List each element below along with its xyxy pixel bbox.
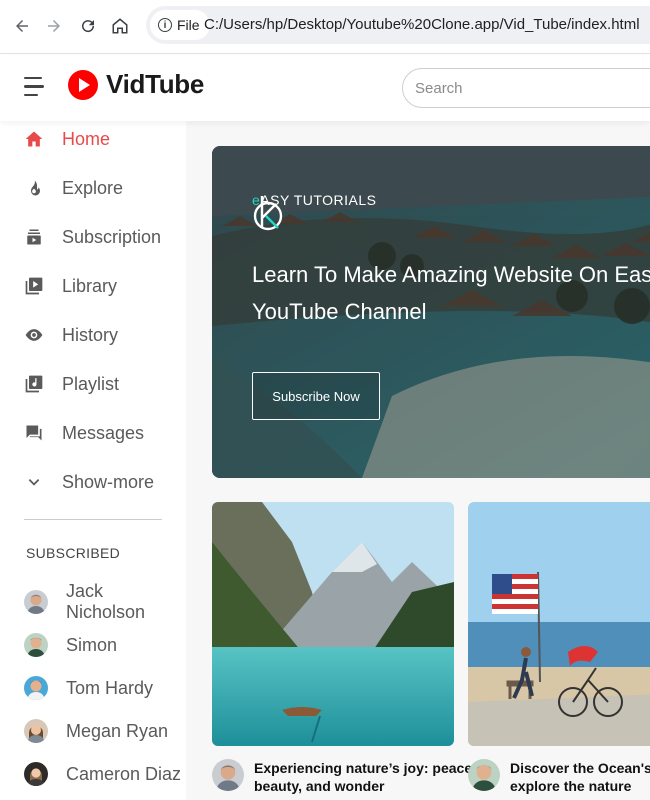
sidebar-divider xyxy=(24,519,162,520)
logo-text: VidTube xyxy=(106,69,205,99)
messages-icon xyxy=(24,423,44,443)
video-title-line: explore the nature xyxy=(510,778,632,794)
logo[interactable]: VidTube xyxy=(68,69,204,100)
subscription-channel[interactable]: Megan Ryan xyxy=(24,714,168,748)
sidebar-item-label: Library xyxy=(62,275,118,296)
library-icon xyxy=(24,276,44,296)
subscribe-now-button[interactable]: Subscribe Now xyxy=(252,372,380,420)
site-info-label: File xyxy=(177,17,200,33)
app-header: VidTube xyxy=(0,55,650,121)
video-card[interactable]: Discover the Ocean's Se explore the natu… xyxy=(468,502,650,794)
subscribed-heading: SUBSCRIBED xyxy=(26,545,121,561)
sidebar-item-history[interactable]: History xyxy=(24,317,174,353)
forward-button[interactable] xyxy=(42,14,66,38)
easy-tutorials-logo: eASY TUTORIALS xyxy=(252,192,377,231)
sidebar-item-library[interactable]: Library xyxy=(24,268,174,304)
sidebar-item-label: Messages xyxy=(62,422,145,443)
play-logo-icon xyxy=(68,69,98,100)
channel-avatar[interactable] xyxy=(212,759,244,791)
lake-mountain-thumbnail-image xyxy=(212,502,454,746)
flame-icon xyxy=(24,178,44,198)
sidebar-item-home[interactable]: Home xyxy=(24,121,174,157)
subscription-icon xyxy=(24,227,44,247)
reload-icon xyxy=(82,20,95,33)
url-text[interactable]: C:/Users/hp/Desktop/Youtube%20Clone.app/… xyxy=(204,16,640,33)
subscription-channel[interactable]: Simon xyxy=(24,628,117,662)
channel-name: Simon xyxy=(66,634,118,655)
house-icon xyxy=(112,18,128,34)
channel-name: Tom Hardy xyxy=(66,677,154,698)
video-title-line: Experiencing nature’s joy: peace, xyxy=(254,760,477,776)
video-card[interactable]: Experiencing nature’s joy: peace, beauty… xyxy=(212,502,476,794)
sidebar-item-messages[interactable]: Messages xyxy=(24,415,174,451)
arrow-right-icon xyxy=(48,20,60,32)
beach-flag-thumbnail-image xyxy=(468,502,650,746)
subscription-channel[interactable]: Cameron Diaz xyxy=(24,757,181,791)
avatar xyxy=(24,633,48,657)
video-info: Experiencing nature’s joy: peace, beauty… xyxy=(212,759,477,795)
avatar xyxy=(24,719,48,743)
banner-title: Learn To Make Amazing Website On Easy Yo… xyxy=(252,262,650,324)
hero-banner: eASY TUTORIALS Learn To Make Amazing Web… xyxy=(212,146,650,478)
history-icon xyxy=(24,325,44,345)
video-title[interactable]: Discover the Ocean's Se explore the natu… xyxy=(510,759,650,795)
channel-avatar[interactable] xyxy=(468,759,500,791)
sidebar-item-label: Subscription xyxy=(62,226,162,247)
avatar xyxy=(24,676,48,700)
browser-toolbar: i File C:/Users/hp/Desktop/Youtube%20Clo… xyxy=(0,0,650,54)
sidebar-item-label: Explore xyxy=(62,177,124,198)
video-title-line: beauty, and wonder xyxy=(254,778,385,794)
home-icon xyxy=(24,129,44,149)
video-title-line: Discover the Ocean's Se xyxy=(510,760,650,776)
back-button[interactable] xyxy=(10,14,34,38)
video-thumbnail[interactable] xyxy=(212,502,454,746)
sidebar-item-label: Show-more xyxy=(62,471,155,492)
avatar xyxy=(24,590,48,614)
sidebar-item-playlist[interactable]: Playlist xyxy=(24,366,174,402)
video-info: Discover the Ocean's Se explore the natu… xyxy=(468,759,650,795)
hamburger-menu-icon[interactable] xyxy=(24,77,46,97)
address-bar[interactable]: i File C:/Users/hp/Desktop/Youtube%20Clo… xyxy=(146,6,650,44)
arrow-left-icon xyxy=(16,20,28,32)
sidebar-item-label: Playlist xyxy=(62,373,120,394)
playlist-icon xyxy=(24,374,44,394)
sidebar-item-explore[interactable]: Explore xyxy=(24,170,174,206)
reload-button[interactable] xyxy=(76,14,100,38)
chevron-down-icon xyxy=(24,472,44,492)
channel-name: Jack Nicholson xyxy=(66,581,146,622)
sidebar-item-label: Home xyxy=(62,128,111,149)
main-content: eASY TUTORIALS Learn To Make Amazing Web… xyxy=(186,121,650,800)
flag xyxy=(492,574,538,614)
subscription-channel[interactable]: Tom Hardy xyxy=(24,671,153,705)
avatar xyxy=(24,762,48,786)
sidebar-item-subscription[interactable]: Subscription xyxy=(24,219,174,255)
subscription-channel[interactable]: Jack Nicholson xyxy=(24,581,186,622)
home-page-button[interactable] xyxy=(108,14,132,38)
channel-name: Cameron Diaz xyxy=(66,763,182,784)
sidebar: Home Explore Subscription Library Histor… xyxy=(0,121,186,800)
easy-tutorials-logo-icon xyxy=(253,196,283,231)
video-thumbnail[interactable] xyxy=(468,502,650,746)
site-info-chip[interactable]: i File xyxy=(150,10,210,40)
sidebar-item-label: History xyxy=(62,324,119,345)
video-title[interactable]: Experiencing nature’s joy: peace, beauty… xyxy=(254,759,477,795)
channel-name: Megan Ryan xyxy=(66,720,169,741)
search-input[interactable] xyxy=(402,68,650,108)
sidebar-item-show-more[interactable]: Show-more xyxy=(24,464,174,500)
info-icon: i xyxy=(158,18,172,32)
